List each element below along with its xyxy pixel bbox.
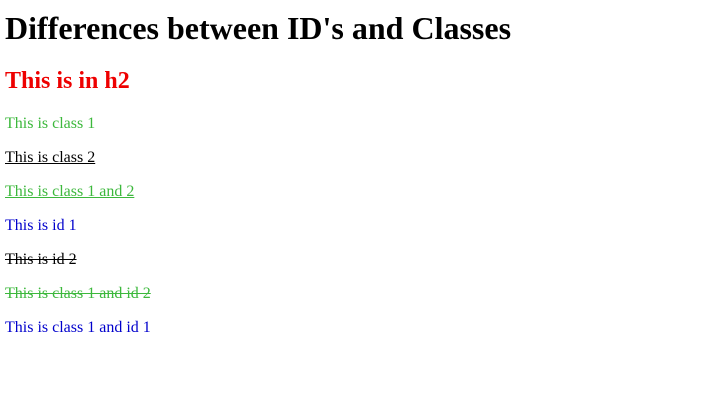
- text-class-1-and-id-1: This is class 1 and id 1: [5, 319, 151, 336]
- page-title: Differences between ID's and Classes: [5, 10, 512, 46]
- text-class-1-and-id-2: This is class 1 and id 2: [5, 285, 151, 302]
- page: Differences between ID's and Classes Thi…: [0, 0, 712, 408]
- text-class-2: This is class 2: [5, 149, 96, 166]
- text-id-2: This is id 2: [5, 251, 77, 268]
- text-id-1: This is id 1: [5, 217, 77, 234]
- text-class-1: This is class 1: [5, 115, 96, 132]
- text-class-1-and-2: This is class 1 and 2: [5, 183, 135, 200]
- subheading-h2: This is in h2: [5, 68, 130, 94]
